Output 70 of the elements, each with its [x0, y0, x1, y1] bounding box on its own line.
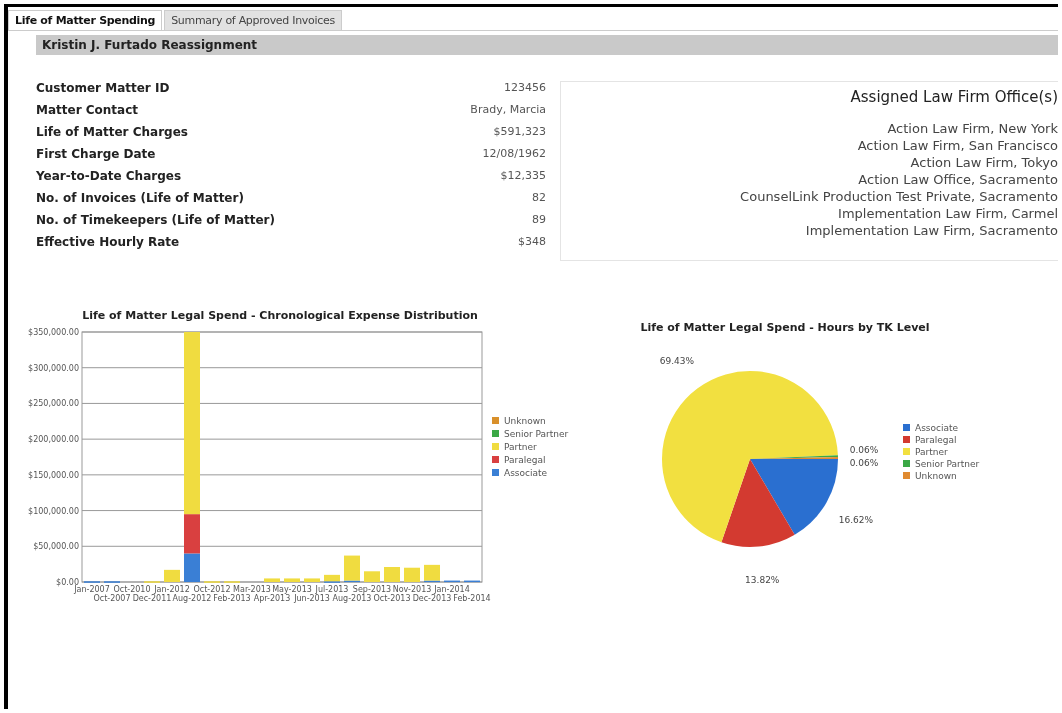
x-tick-label: Jul-2013 — [315, 585, 349, 594]
x-tick-label: Mar-2013 — [233, 585, 271, 594]
detail-value: $12,335 — [500, 169, 546, 183]
detail-value: 123456 — [504, 81, 546, 95]
detail-value: 89 — [532, 213, 546, 227]
detail-value: $348 — [518, 235, 546, 249]
x-tick-label: Apr-2013 — [253, 594, 291, 603]
x-tick-label: Oct-2012 — [193, 585, 231, 594]
y-tick-label: $0.00 — [56, 578, 79, 587]
x-tick-label: Nov-2013 — [392, 585, 432, 594]
legend-label: Unknown — [915, 471, 957, 481]
detail-value: 82 — [532, 191, 546, 205]
x-tick-label: Aug-2013 — [332, 594, 372, 603]
x-tick-label: Jun-2013 — [294, 594, 330, 603]
pie-value-label: 13.82% — [745, 575, 780, 586]
detail-label: Life of Matter Charges — [36, 125, 188, 139]
x-tick-label: Dec-2011 — [132, 594, 172, 603]
legend-label: Unknown — [504, 416, 546, 426]
detail-label: Effective Hourly Rate — [36, 235, 180, 249]
offices-title: Assigned Law Firm Office(s) — [849, 88, 1058, 106]
y-tick-label: $100,000.00 — [28, 506, 79, 516]
detail-label: Customer Matter ID — [36, 81, 170, 95]
x-tick-label: Jan-2012 — [154, 585, 190, 594]
y-tick-label: $250,000.00 — [28, 399, 79, 409]
chart-title: Life of Matter Legal Spend - Hours by TK Level — [639, 321, 931, 334]
legend-label: Associate — [504, 468, 548, 478]
legend-label: Paralegal — [504, 455, 546, 465]
detail-value: $591,323 — [493, 125, 546, 139]
legend-label: Associate — [915, 423, 959, 433]
x-tick-label: Oct-2007 — [93, 594, 131, 603]
pie-value-label: 0.06% — [849, 444, 879, 455]
pie-value-label: 16.62% — [838, 514, 874, 525]
detail-value: Brady, Marcia — [470, 103, 546, 117]
detail-label: Year-to-Date Charges — [36, 169, 182, 183]
x-tick-label: Feb-2013 — [213, 594, 251, 603]
office-name: Action Law Office, Sacramento — [857, 171, 1058, 188]
legend-label: Senior Partner — [915, 459, 980, 469]
legend-label: Partner — [915, 447, 948, 457]
x-tick-label: May-2013 — [272, 585, 312, 594]
legend-label: Partner — [504, 442, 537, 452]
x-tick-label: Oct-2013 — [373, 594, 411, 603]
detail-label: First Charge Date — [36, 147, 156, 161]
x-tick-label: Sep-2013 — [352, 585, 392, 594]
detail-label: Matter Contact — [36, 103, 139, 117]
pie-value-label: 0.06% — [849, 458, 879, 469]
office-name: Implementation Law Firm, Sacramento — [804, 222, 1058, 239]
office-name: Action Law Firm, New York — [886, 120, 1058, 137]
detail-label: No. of Timekeepers (Life of Matter) — [36, 213, 275, 227]
legend-label: Paralegal — [915, 435, 957, 445]
y-tick-label: $350,000.00 — [28, 328, 79, 337]
y-tick-label: $300,000.00 — [28, 363, 79, 373]
chart-title: Life of Matter Legal Spend - Chronological Expense Distribution — [81, 309, 479, 322]
x-tick-label: Oct-2010 — [113, 585, 151, 594]
x-tick-label: Dec-2013 — [412, 594, 452, 603]
x-tick-label: Feb-2014 — [453, 594, 491, 603]
y-tick-label: $150,000.00 — [28, 470, 79, 480]
office-name: CounselLink Production Test Private, Sacramento — [739, 188, 1058, 205]
x-tick-label: Jan-2007 — [74, 585, 110, 594]
office-name: Action Law Firm, San Francisco — [856, 137, 1058, 154]
section-header: Kristin J. Furtado Reassignment — [36, 35, 1058, 55]
y-tick-label: $200,000.00 — [28, 435, 79, 445]
office-name: Action Law Firm, Tokyo — [909, 154, 1058, 171]
detail-value: 12/08/1962 — [482, 147, 546, 161]
y-tick-label: $50,000.00 — [33, 542, 79, 552]
x-tick-label: Aug-2012 — [172, 594, 212, 603]
legend-label: Senior Partner — [504, 429, 569, 439]
x-tick-label: Jan-2014 — [434, 585, 470, 594]
detail-label: No. of Invoices (Life of Matter) — [36, 191, 244, 205]
office-name: Implementation Law Firm, Carmel — [837, 205, 1058, 222]
pie-value-label: 69.43% — [659, 356, 695, 367]
